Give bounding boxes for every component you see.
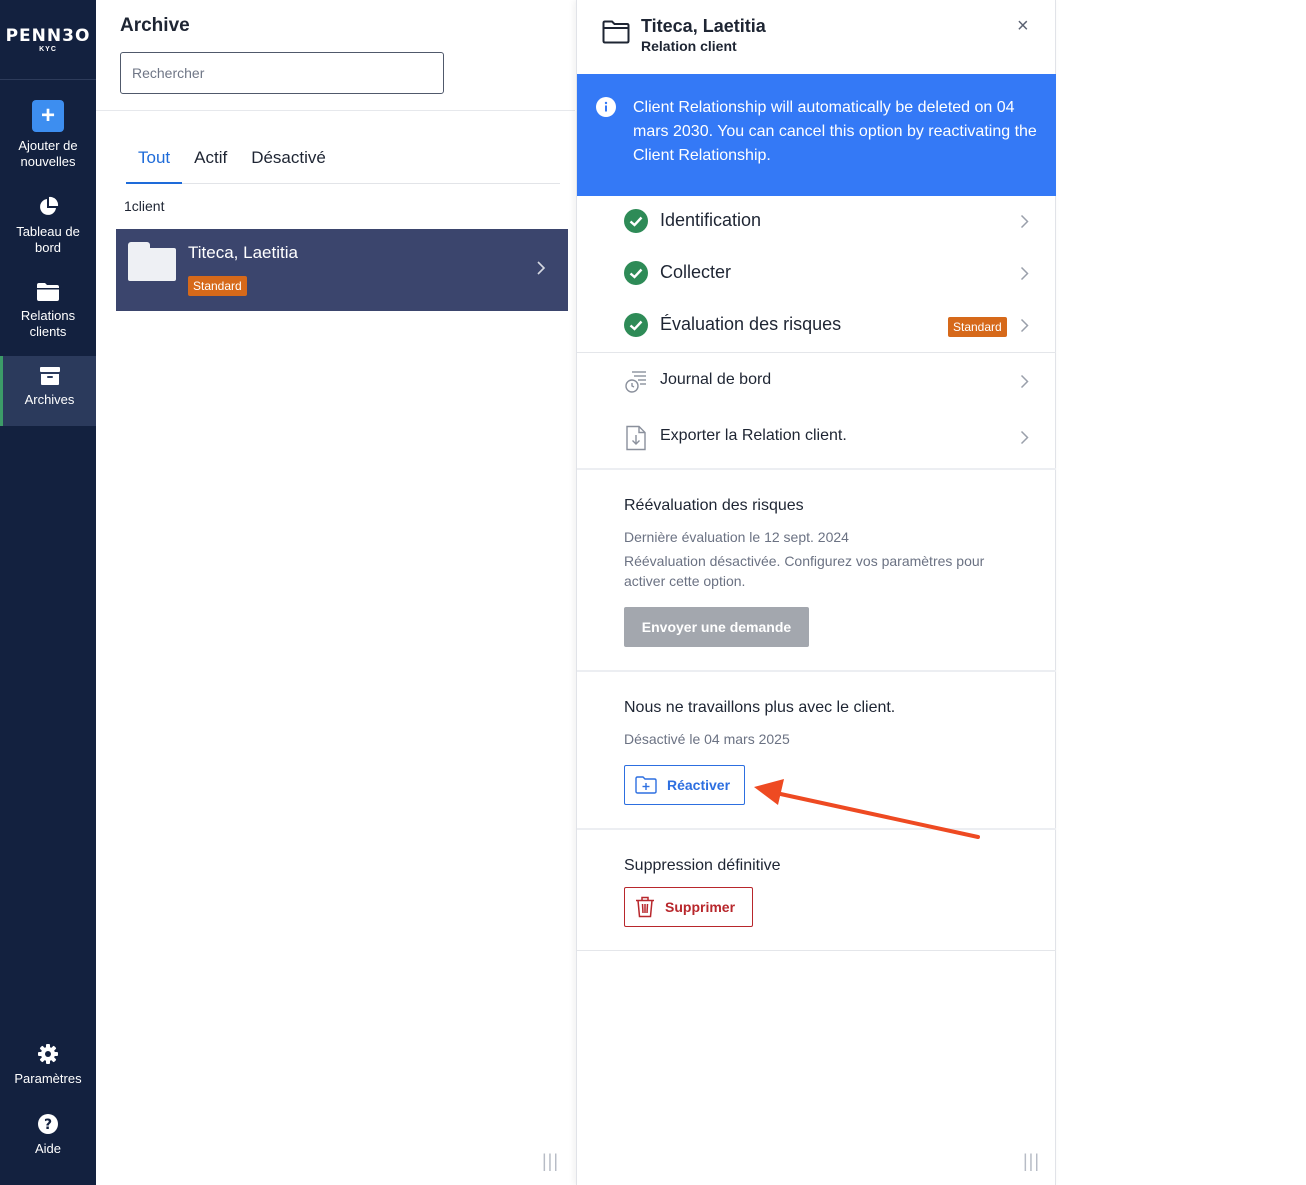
- risk-badge: Standard: [948, 317, 1007, 337]
- filter-tabs: Tout Actif Désactivé: [126, 138, 560, 184]
- delete-button[interactable]: Supprimer: [624, 887, 753, 927]
- chevron-right-icon: [536, 260, 546, 281]
- sidebar-item-label: Ajouter de nouvelles: [18, 138, 78, 169]
- export-file-icon: [624, 425, 648, 456]
- reactivate-button[interactable]: Réactiver: [624, 765, 745, 805]
- reassessment-title: Réévaluation des risques: [624, 497, 804, 514]
- chevron-right-icon: [1020, 374, 1029, 394]
- info-icon: [596, 97, 616, 122]
- client-count: 1client: [124, 198, 165, 214]
- logo-sub: KYC: [39, 45, 57, 53]
- archive-icon: [39, 366, 61, 386]
- pie-chart-icon: [37, 196, 59, 218]
- tab-deactivated[interactable]: Désactivé: [239, 138, 338, 184]
- check-circle-icon: [624, 209, 648, 238]
- reactivate-label: Réactiver: [667, 777, 731, 793]
- deletion-info-banner: Client Relationship will automatically b…: [577, 74, 1056, 196]
- step-label: Identification: [660, 210, 762, 230]
- search-input[interactable]: [120, 52, 444, 94]
- chevron-right-icon: [1020, 318, 1029, 338]
- step-collect[interactable]: Collecter: [577, 249, 1056, 299]
- divider: [577, 950, 1056, 951]
- chevron-right-icon: [1020, 266, 1029, 286]
- link-label: Journal de bord: [660, 371, 772, 388]
- step-risk-assessment[interactable]: Évaluation des risques Standard: [577, 301, 1056, 351]
- step-label: Collecter: [660, 262, 732, 282]
- archive-list-panel: Archive Tout Actif Désactivé 1client Tit…: [96, 0, 575, 1185]
- deactivated-title: Nous ne travaillons plus avec le client.: [624, 699, 896, 716]
- check-circle-icon: [624, 313, 648, 342]
- sidebar-item-dashboard[interactable]: Tableau de bord: [0, 196, 96, 256]
- detail-subtitle: Relation client: [641, 38, 737, 54]
- check-circle-icon: [624, 261, 648, 290]
- tab-all[interactable]: Tout: [126, 138, 183, 184]
- delete-title: Suppression définitive: [624, 857, 781, 874]
- sidebar-item-label: Archives: [24, 392, 75, 407]
- resize-handle[interactable]: |||: [542, 1151, 559, 1172]
- gear-icon: [37, 1043, 59, 1065]
- step-label: Évaluation des risques: [660, 314, 842, 334]
- divider: [577, 468, 1056, 470]
- svg-text:?: ?: [44, 1117, 52, 1133]
- link-label: Exporter la Relation client.: [660, 427, 847, 444]
- divider: [577, 670, 1056, 672]
- chevron-right-icon: [1020, 430, 1029, 450]
- send-request-button[interactable]: Envoyer une demande: [624, 607, 809, 647]
- sidebar-item-label: Aide: [34, 1141, 62, 1156]
- trash-icon: [635, 896, 655, 918]
- sidebar-item-settings[interactable]: Paramètres: [0, 1043, 96, 1087]
- step-identification[interactable]: Identification: [577, 197, 1056, 247]
- client-name: Titeca, Laetitia: [188, 243, 298, 262]
- app-root: PENN3O KYC + Ajouter de nouvelles Tablea…: [0, 0, 1306, 1185]
- sidebar-item-label: Relations clients: [20, 308, 76, 339]
- last-assessment-text: Dernière évaluation le 12 sept. 2024: [624, 529, 849, 545]
- deactivated-date: Désactivé le 04 mars 2025: [624, 731, 790, 747]
- help-icon: ?: [37, 1113, 59, 1135]
- client-detail-panel: Titeca, Laetitia Relation client × Clien…: [576, 0, 1056, 1185]
- history-log-icon: [624, 369, 650, 400]
- close-icon[interactable]: ×: [1017, 16, 1029, 36]
- folder-icon: [128, 242, 176, 281]
- reassessment-note: Réévaluation désactivée. Configurez vos …: [624, 553, 985, 589]
- plus-icon: +: [32, 100, 64, 132]
- chevron-right-icon: [1020, 214, 1029, 234]
- folder-outline-icon: [602, 20, 630, 49]
- sidebar-item-archives[interactable]: Archives: [0, 356, 96, 426]
- detail-title: Titeca, Laetitia: [641, 16, 766, 36]
- logbook-link[interactable]: Journal de bord: [577, 356, 1056, 406]
- sidebar-item-add[interactable]: + Ajouter de nouvelles: [0, 100, 96, 170]
- folder-icon: [36, 282, 60, 302]
- annotation-arrow-icon: [754, 779, 980, 839]
- sidebar: PENN3O KYC + Ajouter de nouvelles Tablea…: [0, 0, 96, 1185]
- divider: [96, 110, 575, 111]
- logo[interactable]: PENN3O KYC: [0, 0, 96, 80]
- sidebar-item-label: Paramètres: [14, 1071, 82, 1086]
- banner-text: Client Relationship will automatically b…: [633, 99, 1037, 164]
- logo-main: PENN3O: [5, 25, 91, 46]
- client-card-selected[interactable]: Titeca, Laetitia Standard: [116, 229, 568, 311]
- sidebar-item-label: Tableau de bord: [16, 224, 80, 255]
- delete-label: Supprimer: [665, 899, 736, 915]
- folder-plus-icon: [635, 776, 657, 794]
- divider: [577, 352, 1056, 353]
- sidebar-item-clients[interactable]: Relations clients: [0, 282, 96, 340]
- sidebar-item-help[interactable]: ? Aide: [0, 1113, 96, 1157]
- status-badge: Standard: [188, 276, 247, 296]
- tab-active[interactable]: Actif: [182, 138, 239, 184]
- page-title: Archive: [120, 15, 190, 36]
- resize-handle[interactable]: |||: [1023, 1151, 1040, 1172]
- export-link[interactable]: Exporter la Relation client.: [577, 412, 1056, 462]
